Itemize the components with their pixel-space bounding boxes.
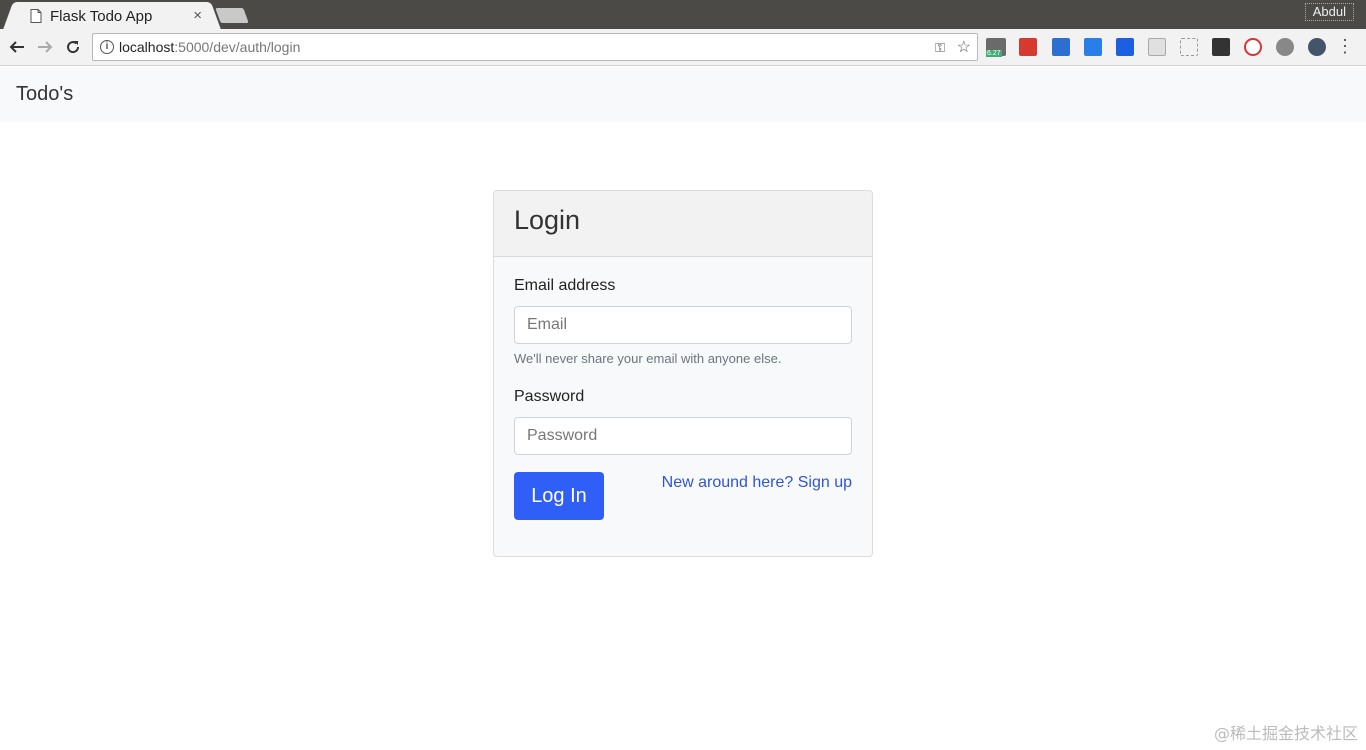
reload-icon [67,41,80,54]
reload-button[interactable] [63,37,83,57]
browser-titlebar: Flask Todo App × Abdul [0,0,1366,30]
extension-icon-globe[interactable] [1276,38,1294,56]
profile-button[interactable]: Abdul [1304,3,1354,21]
extension-icon-mail[interactable] [1052,38,1070,56]
extension-icon-frame[interactable] [1180,38,1198,56]
extension-icon-grid[interactable] [1148,38,1166,56]
email-field[interactable] [514,306,852,344]
signup-link[interactable]: New around here? Sign up [662,474,852,492]
password-field[interactable] [514,417,852,455]
login-card: Login Email address We'll never share yo… [493,190,873,557]
extension-icon-blue[interactable] [1116,38,1134,56]
bookmark-star-icon[interactable]: ☆ [957,37,971,57]
site-navbar: Todo's [0,67,1366,122]
email-help-text: We'll never share your email with anyone… [514,351,782,366]
new-tab-button[interactable] [215,8,249,23]
brand-link[interactable]: Todo's [16,83,73,106]
password-label: Password [514,388,585,405]
extension-icon-red[interactable] [1019,38,1037,56]
url-text: localhost:5000/dev/auth/login [119,39,301,55]
forward-arrow-icon [38,41,53,53]
browser-menu-icon[interactable]: ⋮ [1336,37,1354,55]
close-tab-icon[interactable]: × [193,7,202,24]
address-bar[interactable]: i localhost:5000/dev/auth/login ⚿ ☆ [92,33,978,61]
back-button[interactable] [7,37,27,57]
email-label: Email address [514,277,616,294]
site-info-icon[interactable]: i [100,40,114,54]
forward-button[interactable] [35,37,55,57]
extension-icon-c[interactable] [1308,38,1326,56]
extension-icon-cat[interactable] [1212,38,1230,56]
back-arrow-icon [9,41,24,53]
extension-icon-stats[interactable]: 6.27 [986,38,1006,57]
extension-icon-h[interactable] [1244,38,1262,56]
key-icon[interactable]: ⚿ [935,40,945,56]
tab-title: Flask Todo App [50,8,153,25]
login-button[interactable]: Log In [514,472,604,520]
page-icon [30,9,42,23]
browser-tab[interactable]: Flask Todo App × [18,2,206,30]
card-header: Login [494,191,872,257]
watermark: @稀土掘金技术社区 [1213,724,1358,743]
login-form: Email address We'll never share your ema… [494,257,872,520]
page-title: Login [514,205,581,235]
extension-icon-b[interactable] [1084,38,1102,56]
